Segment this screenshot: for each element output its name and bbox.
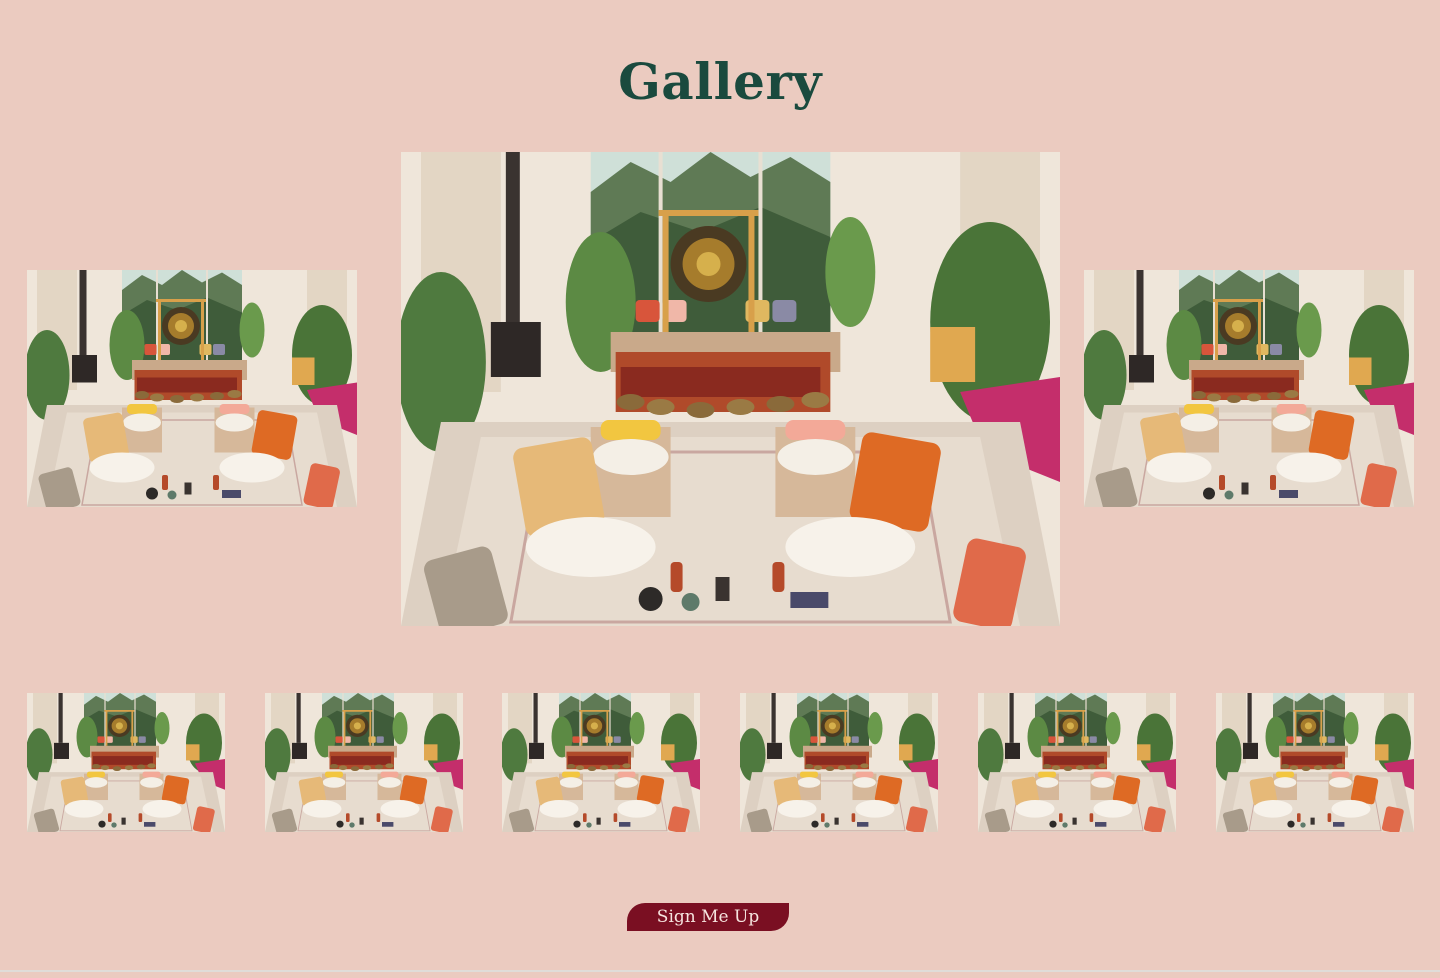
sound-bath-room-photo (265, 693, 463, 832)
gallery-thumbnail-1[interactable] (27, 693, 225, 832)
gallery-thumbnail-4[interactable] (740, 693, 938, 832)
sound-bath-room-photo (502, 693, 700, 832)
gallery-side-photo-left[interactable] (27, 270, 357, 507)
sound-bath-room-photo (27, 693, 225, 832)
gallery-side-photo-right[interactable] (1084, 270, 1414, 507)
sign-me-up-button[interactable]: Sign Me Up (627, 903, 789, 931)
sound-bath-room-photo (1084, 270, 1414, 507)
gallery-thumbnail-3[interactable] (502, 693, 700, 832)
page-bottom-divider (0, 970, 1440, 972)
gallery-title: Gallery (618, 52, 822, 111)
sound-bath-room-photo (1216, 693, 1414, 832)
gallery-thumbnail-2[interactable] (265, 693, 463, 832)
sound-bath-room-photo (978, 693, 1176, 832)
gallery-main-photo[interactable] (401, 152, 1060, 626)
gallery-thumbnail-6[interactable] (1216, 693, 1414, 832)
gallery-thumbnail-5[interactable] (978, 693, 1176, 832)
sound-bath-room-photo (27, 270, 357, 507)
sound-bath-room-photo (740, 693, 938, 832)
sound-bath-room-photo (401, 152, 1060, 626)
